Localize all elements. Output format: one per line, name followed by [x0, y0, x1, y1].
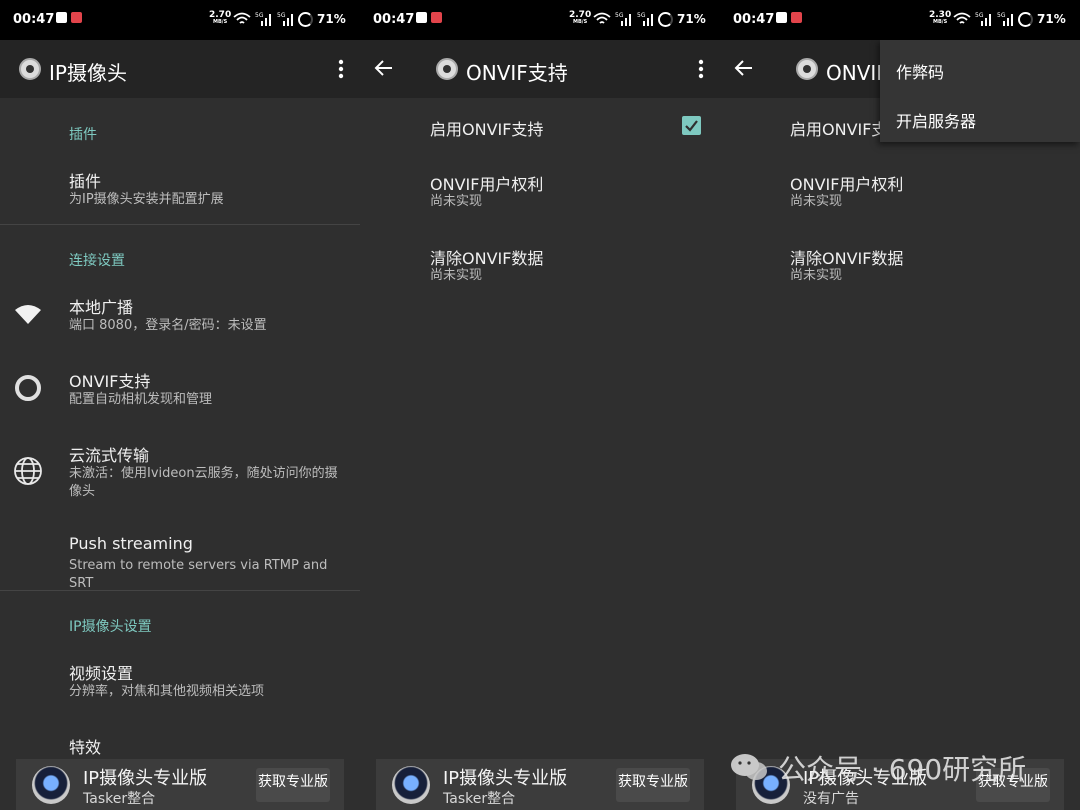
battery-level: 71% — [317, 12, 346, 26]
signal-icon: 5G — [975, 12, 991, 26]
notification-icon — [776, 12, 787, 23]
overflow-menu: 作弊码 开启服务器 — [880, 40, 1080, 142]
svg-text:5G: 5G — [637, 12, 646, 19]
status-time: 00:47 — [373, 12, 415, 27]
wifi-status-icon — [593, 12, 611, 24]
menu-item-cheat-code[interactable]: 作弊码 — [896, 59, 944, 83]
item-title: 视频设置 — [69, 664, 134, 683]
item-title: 插件 — [69, 172, 102, 191]
item-subtitle: 尚未实现 — [430, 194, 483, 209]
battery-level: 71% — [677, 12, 706, 26]
notification-icon — [56, 12, 67, 23]
ring-icon — [15, 375, 41, 401]
notification-icon — [416, 12, 427, 23]
network-speed: 2.70 MB/S — [209, 10, 232, 26]
item-subtitle: 尚未实现 — [430, 268, 483, 283]
battery-ring-icon — [658, 12, 673, 27]
status-bar: 00:47 2.70 MB/S 5G 5G 71% — [0, 0, 360, 40]
page-title: IP摄像头 — [49, 61, 127, 85]
section-plugins: 插件 — [69, 127, 97, 143]
network-speed: 2.70 MB/S — [569, 10, 592, 26]
item-title: 云流式传输 — [69, 446, 150, 465]
globe-icon — [14, 457, 42, 485]
svg-text:5G: 5G — [255, 12, 264, 19]
ad-subtitle: Tasker整合 — [83, 791, 156, 807]
item-subtitle: 尚未实现 — [790, 194, 843, 209]
app-bar: IP摄像头 — [0, 40, 360, 98]
item-title: 本地广播 — [69, 298, 134, 317]
wifi-icon — [15, 305, 41, 324]
svg-text:5G: 5G — [975, 12, 984, 19]
ad-title: IP摄像头专业版 — [443, 768, 568, 789]
screen-onvif-menu-open: 00:47 2.30 MB/S 5G 5G 71% ONVIF支持 启用ONVIF… — [720, 0, 1080, 810]
signal-icon-2: 5G — [277, 12, 293, 26]
wifi-status-icon — [953, 12, 971, 24]
item-subtitle: 未激活：使用Ivideon云服务，随处访问你的摄像头 — [69, 466, 338, 499]
menu-item-start-server[interactable]: 开启服务器 — [896, 108, 976, 132]
network-speed: 2.30 MB/S — [929, 10, 952, 26]
get-pro-button[interactable]: 获取专业版 — [256, 768, 330, 802]
section-camera-settings: IP摄像头设置 — [69, 619, 152, 635]
camera-logo-icon — [436, 58, 458, 80]
battery-level: 71% — [1037, 12, 1066, 26]
camera-logo-icon — [796, 58, 818, 80]
back-arrow-icon[interactable] — [373, 57, 395, 79]
watermark-text: 公众号 · 690研究所 — [778, 753, 1027, 786]
item-subtitle: 端口 8080，登录名/密码：未设置 — [69, 318, 267, 333]
wechat-icon — [731, 754, 767, 780]
svg-text:5G: 5G — [615, 12, 624, 19]
item-title: Push streaming — [69, 534, 193, 553]
app-notification-icon — [71, 12, 82, 23]
ad-subtitle: 没有广告 — [803, 791, 859, 807]
signal-icon: 5G — [255, 12, 271, 26]
pro-app-icon — [392, 766, 430, 804]
screen-main-settings: 00:47 2.70 MB/S 5G 5G 71% IP摄像头 插件 插件 为IP… — [0, 0, 360, 810]
status-time: 00:47 — [13, 12, 55, 27]
ad-subtitle: Tasker整合 — [443, 791, 516, 807]
item-title: ONVIF用户权利 — [790, 175, 904, 194]
status-bar: 00:47 2.30 MB/S 5G 5G 71% — [720, 0, 1080, 40]
app-notification-icon — [431, 12, 442, 23]
item-subtitle: 尚未实现 — [790, 268, 843, 283]
page-title: ONVIF支持 — [466, 61, 568, 85]
ad-title: IP摄像头专业版 — [83, 768, 208, 789]
signal-icon-2: 5G — [997, 12, 1013, 26]
item-title: 特效 — [69, 738, 102, 757]
pro-app-icon — [32, 766, 70, 804]
item-title: ONVIF支持 — [69, 372, 151, 391]
check-icon — [685, 120, 698, 132]
get-pro-button[interactable]: 获取专业版 — [616, 768, 690, 802]
section-connection: 连接设置 — [69, 253, 125, 269]
svg-text:5G: 5G — [997, 12, 1006, 19]
item-subtitle: Stream to remote servers via RTMP and SR… — [69, 558, 328, 591]
app-notification-icon — [791, 12, 802, 23]
item-title: ONVIF用户权利 — [430, 175, 544, 194]
item-title: 启用ONVIF支持 — [430, 120, 544, 139]
battery-ring-icon — [1018, 12, 1033, 27]
more-vert-icon[interactable] — [690, 58, 712, 80]
battery-ring-icon — [298, 12, 313, 27]
status-bar: 00:47 2.70 MB/S 5G 5G 71% — [360, 0, 720, 40]
divider — [0, 590, 360, 591]
more-vert-icon[interactable] — [330, 58, 352, 80]
camera-logo-icon — [19, 58, 41, 80]
svg-text:5G: 5G — [277, 12, 286, 19]
ad-banner[interactable]: IP摄像头专业版 Tasker整合 获取专业版 — [16, 759, 344, 810]
item-subtitle: 分辨率，对焦和其他视频相关选项 — [69, 684, 265, 699]
signal-icon: 5G — [615, 12, 631, 26]
back-arrow-icon[interactable] — [733, 57, 755, 79]
divider — [0, 224, 360, 225]
app-bar: ONVIF支持 — [360, 40, 720, 98]
item-subtitle: 为IP摄像头安装并配置扩展 — [69, 192, 224, 207]
status-time: 00:47 — [733, 12, 775, 27]
wifi-status-icon — [233, 12, 251, 24]
item-subtitle: 配置自动相机发现和管理 — [69, 392, 213, 407]
ad-banner[interactable]: IP摄像头专业版 Tasker整合 获取专业版 — [376, 759, 704, 810]
item-title: 清除ONVIF数据 — [430, 249, 544, 268]
item-title: 清除ONVIF数据 — [790, 249, 904, 268]
screen-onvif: 00:47 2.70 MB/S 5G 5G 71% ONVIF支持 启用ONVIF… — [360, 0, 720, 810]
enable-onvif-checkbox[interactable] — [682, 116, 701, 135]
signal-icon-2: 5G — [637, 12, 653, 26]
